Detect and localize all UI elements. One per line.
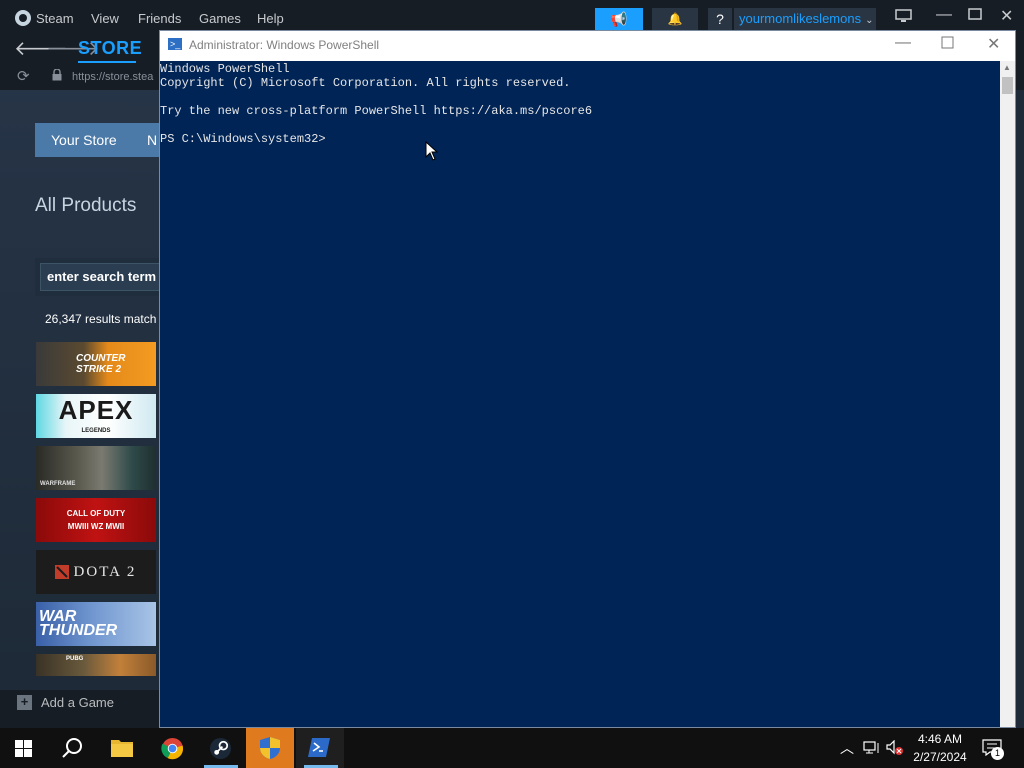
your-store-tab[interactable]: Your Store N: [35, 123, 165, 157]
clock-date[interactable]: 2/27/2024: [908, 750, 972, 764]
add-game-label[interactable]: Add a Game: [41, 695, 114, 710]
console-prompt[interactable]: PS C:\Windows\system32>: [160, 132, 1000, 146]
search-box: enter search term o: [35, 258, 165, 296]
user-menu-button[interactable]: yourmomlikeslemons ⌄: [734, 8, 876, 30]
dota-logo-icon: [55, 565, 69, 579]
reload-icon[interactable]: ⟳: [17, 67, 30, 85]
action-center-button[interactable]: 1: [982, 739, 1004, 760]
store-tab-underline: [78, 61, 136, 63]
game-title: WARFRAME: [40, 481, 76, 487]
chevron-up-icon[interactable]: ︿: [840, 738, 854, 758]
game-title: COUNTER STRIKE 2: [76, 353, 126, 375]
results-count: 26,347 results match: [45, 312, 157, 326]
shield-icon: [260, 737, 280, 759]
your-store-label: Your Store: [51, 132, 117, 148]
search-button[interactable]: [48, 728, 96, 768]
close-icon[interactable]: ✕: [1000, 6, 1013, 26]
game-tile-warthunder[interactable]: WAR THUNDER: [36, 602, 156, 646]
announcements-button[interactable]: 📢: [595, 8, 643, 30]
powershell-window: >_ Administrator: Windows PowerShell — ✕…: [159, 30, 1016, 728]
console-line: Windows PowerShell: [160, 62, 290, 76]
windows-logo-icon: [15, 740, 32, 757]
mouse-pointer-icon: [425, 141, 439, 161]
game-tile-cod[interactable]: CALL OF DUTY MWIII WZ MWII: [36, 498, 156, 542]
powershell-titlebar[interactable]: >_ Administrator: Windows PowerShell — ✕: [160, 31, 1015, 61]
search-input[interactable]: enter search term o: [40, 263, 160, 291]
game-tile-dota2[interactable]: DOTA 2: [36, 550, 156, 594]
game-tile-pubg[interactable]: PUBG: [36, 654, 156, 676]
window-title: Administrator: Windows PowerShell: [189, 38, 380, 52]
section-title: All Products: [35, 195, 137, 216]
console-line: Copyright (C) Microsoft Corporation. All…: [160, 76, 571, 90]
console-output[interactable]: Windows PowerShell Copyright (C) Microsof…: [160, 61, 1000, 727]
menu-help[interactable]: Help: [257, 11, 284, 26]
question-icon: ?: [716, 11, 724, 27]
help-button[interactable]: ?: [708, 8, 732, 30]
minimize-icon[interactable]: —: [936, 6, 952, 24]
volume-muted-icon[interactable]: [886, 740, 904, 756]
scrollbar[interactable]: ▲: [1000, 61, 1015, 727]
search-icon: [62, 738, 82, 758]
taskbar-steam[interactable]: [196, 728, 244, 768]
plus-icon: +: [17, 695, 32, 710]
menu-view[interactable]: View: [91, 11, 119, 26]
menu-games[interactable]: Games: [199, 11, 241, 26]
chevron-down-icon: ⌄: [865, 15, 874, 26]
big-picture-icon[interactable]: [895, 8, 913, 29]
network-icon[interactable]: [863, 741, 880, 755]
lock-icon: [52, 69, 62, 81]
notifications-button[interactable]: 🔔: [652, 8, 698, 30]
console-line: Try the new cross-platform PowerShell ht…: [160, 104, 593, 118]
store-tab[interactable]: STORE: [78, 38, 142, 59]
username: yourmomlikeslemons: [739, 11, 862, 26]
clock-time[interactable]: 4:46 AM: [912, 732, 968, 746]
url-text[interactable]: https://store.stea: [72, 71, 153, 83]
game-title: PUBG: [66, 656, 84, 662]
powershell-icon: [308, 738, 330, 757]
taskbar-chrome[interactable]: [148, 728, 196, 768]
menu-friends[interactable]: Friends: [138, 11, 181, 26]
game-subtitle: LEGENDS: [81, 428, 111, 434]
next-tab-label[interactable]: N: [147, 123, 157, 157]
scroll-thumb[interactable]: [1002, 77, 1013, 94]
game-subtitle: MWIII WZ MWII: [67, 521, 125, 531]
maximize-icon[interactable]: [941, 36, 954, 54]
game-tile-apex[interactable]: APEX LEGENDS: [36, 394, 156, 438]
scroll-up-icon[interactable]: ▲: [1003, 63, 1011, 72]
folder-icon: [111, 740, 133, 757]
notification-count: 1: [991, 747, 1004, 760]
steam-logo-icon[interactable]: [15, 10, 31, 26]
start-button[interactable]: [0, 728, 48, 768]
bell-icon: 🔔: [667, 12, 683, 26]
taskbar-file-explorer[interactable]: [98, 728, 146, 768]
close-icon[interactable]: ✕: [987, 34, 1000, 54]
menu-steam[interactable]: Steam: [36, 11, 74, 26]
taskbar-security[interactable]: [246, 728, 294, 768]
minimize-icon[interactable]: —: [895, 34, 911, 52]
taskbar-powershell[interactable]: [296, 728, 344, 768]
chrome-icon: [161, 737, 184, 760]
maximize-icon[interactable]: [967, 6, 983, 27]
megaphone-icon: 📢: [610, 11, 628, 27]
steam-icon: [209, 737, 232, 760]
store-content: [0, 90, 160, 690]
game-title: WAR THUNDER: [39, 608, 118, 639]
game-tile-cs2[interactable]: COUNTER STRIKE 2: [36, 342, 156, 386]
game-tile-warframe[interactable]: WARFRAME: [36, 446, 156, 490]
powershell-icon: >_: [168, 38, 182, 50]
